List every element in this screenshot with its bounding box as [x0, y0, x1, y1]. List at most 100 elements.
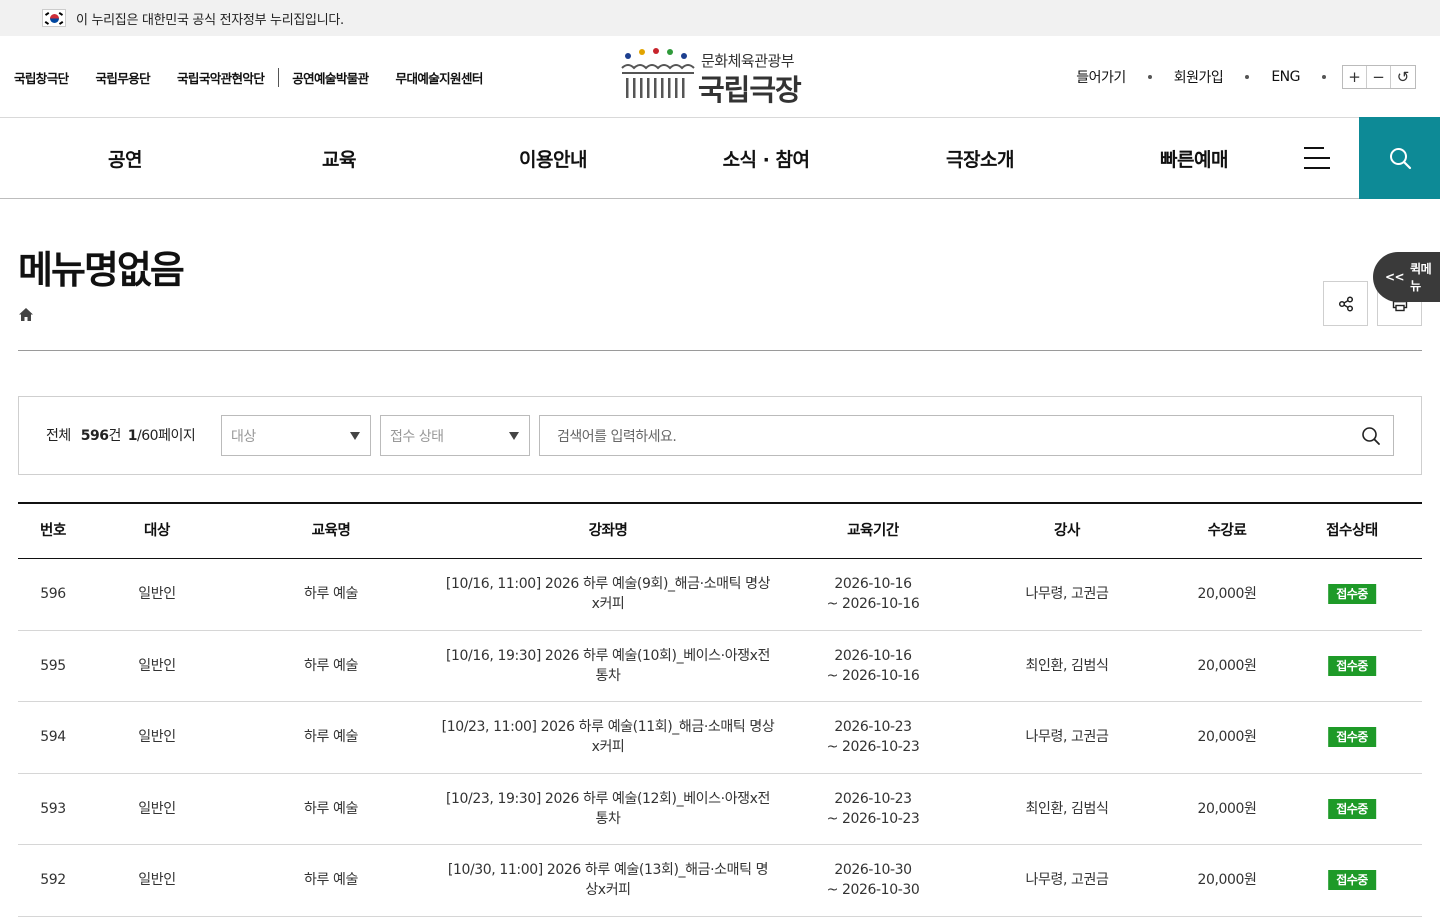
- user-links: 들어가기 회원가입 ENG + − ↺: [1076, 36, 1416, 118]
- cell-fee: 20,000원: [1197, 586, 1257, 603]
- cell-instructor: 나무령, 고권금: [1025, 729, 1109, 746]
- share-button[interactable]: [1323, 281, 1368, 326]
- theatre-logo-icon: [621, 48, 695, 98]
- cell-number: 592: [40, 872, 66, 889]
- cell-period: 2026-10-30 ~ 2026-10-30: [827, 845, 920, 916]
- target-select[interactable]: 대상: [221, 415, 371, 456]
- family-site-link[interactable]: 국립무용단: [96, 68, 151, 87]
- column-header: 강좌명: [588, 523, 628, 539]
- cell-status: 접수중: [1328, 702, 1376, 773]
- cell-instructor: 나무령, 고권금: [1025, 872, 1109, 889]
- family-site-link[interactable]: 국립국악관현악단: [177, 67, 280, 87]
- family-site-link[interactable]: 공연예술박물관: [292, 68, 369, 87]
- login-link[interactable]: 들어가기: [1076, 67, 1126, 87]
- search-submit-button[interactable]: [1361, 426, 1381, 450]
- home-icon[interactable]: [18, 307, 34, 326]
- english-link[interactable]: ENG: [1271, 69, 1300, 85]
- cell-fee: 20,000원: [1197, 800, 1257, 817]
- cell-edu-name: 하루 예술: [304, 872, 358, 889]
- family-site-link[interactable]: 국립창극단: [14, 68, 69, 87]
- period-start: 2026-10-16: [834, 647, 912, 664]
- cell-status: 접수중: [1328, 845, 1376, 916]
- period-end: ~ 2026-10-30: [826, 882, 920, 899]
- cell-target: 일반인: [138, 586, 176, 603]
- search-icon: [1362, 427, 1380, 445]
- cell-course-name[interactable]: [10/16, 19:30] 2026 하루 예술(10회)_베이스·아쟁x전 …: [438, 631, 778, 702]
- gov-banner: 이 누리집은 대한민국 공식 전자정부 누리집입니다.: [0, 0, 1440, 36]
- cell-number: 594: [40, 729, 66, 746]
- table-row[interactable]: 592 일반인 하루 예술 [10/30, 11:00] 2026 하루 예술(…: [18, 845, 1422, 917]
- family-site-link[interactable]: 무대예술지원센터: [396, 68, 484, 87]
- cell-period: 2026-10-23 ~ 2026-10-23: [827, 702, 920, 773]
- course-line: [10/23, 19:30] 2026 하루 예술(12회)_베이스·아쟁x전: [445, 790, 771, 807]
- table-row[interactable]: 595 일반인 하루 예술 [10/16, 19:30] 2026 하루 예술(…: [18, 631, 1422, 702]
- cell-target: 일반인: [138, 872, 176, 889]
- cell-course-name[interactable]: [10/23, 11:00] 2026 하루 예술(11회)_해금·소매틱 명상…: [438, 702, 778, 773]
- status-badge: 접수중: [1328, 584, 1376, 605]
- cell-status: 접수중: [1328, 631, 1376, 702]
- table-row[interactable]: 594 일반인 하루 예술 [10/23, 11:00] 2026 하루 예술(…: [18, 702, 1422, 774]
- quick-menu-button[interactable]: << 퀵메뉴: [1373, 252, 1440, 302]
- status-badge: 접수중: [1328, 655, 1376, 676]
- gnb-item-about[interactable]: 극장소개: [946, 118, 1014, 198]
- share-icon: [1338, 295, 1353, 312]
- table-row[interactable]: 593 일반인 하루 예술 [10/23, 19:30] 2026 하루 예술(…: [18, 774, 1422, 845]
- course-line: [10/16, 19:30] 2026 하루 예술(10회)_베이스·아쟁x전: [445, 647, 771, 664]
- zoom-out-button[interactable]: −: [1367, 66, 1391, 88]
- cell-course-name[interactable]: [10/30, 11:00] 2026 하루 예술(13회)_해금·소매틱 명 …: [438, 845, 778, 916]
- gov-banner-text: 이 누리집은 대한민국 공식 전자정부 누리집입니다.: [76, 12, 344, 28]
- filter-bar: 전체 596건 1/60페이지 대상 접수 상태 검색어를 입력하세요.: [18, 396, 1422, 475]
- course-line: 통차: [595, 810, 621, 827]
- status-badge: 접수중: [1328, 727, 1376, 748]
- menu-icon[interactable]: [1304, 147, 1330, 169]
- search-input[interactable]: 검색어를 입력하세요.: [539, 415, 1394, 456]
- table-header: 번호 대상 교육명 강좌명 교육기간 강사 수강료 접수상태: [18, 502, 1422, 559]
- cell-edu-name: 하루 예술: [304, 586, 358, 603]
- search-placeholder: 검색어를 입력하세요.: [557, 428, 677, 445]
- page-total: /60페이지: [137, 428, 196, 444]
- gnb-item-quick-booking[interactable]: 빠른예매: [1160, 118, 1228, 198]
- result-count: 전체 596건 1/60페이지: [46, 425, 196, 445]
- gnb-item-guide[interactable]: 이용안내: [519, 118, 587, 198]
- course-line: 상x커피: [585, 882, 631, 899]
- period-start: 2026-10-30: [834, 862, 912, 879]
- course-line: [10/30, 11:00] 2026 하루 예술(13회)_해금·소매틱 명: [447, 862, 769, 879]
- site-logo[interactable]: 문화체육관광부 국립극장: [620, 48, 830, 108]
- column-header: 강사: [1054, 523, 1080, 539]
- gnb-item-education[interactable]: 교육: [322, 118, 356, 198]
- status-select-value: 접수 상태: [390, 428, 444, 445]
- period-end: ~ 2026-10-23: [826, 739, 920, 756]
- search-button[interactable]: [1359, 117, 1440, 199]
- status-badge: 접수중: [1328, 870, 1376, 891]
- cell-edu-name: 하루 예술: [304, 729, 358, 746]
- column-header: 접수상태: [1326, 523, 1378, 539]
- global-nav: 공연 교육 이용안내 소식 · 참여 극장소개 빠른예매: [0, 117, 1440, 199]
- cell-period: 2026-10-16 ~ 2026-10-16: [827, 559, 920, 630]
- cell-number: 596: [40, 586, 66, 603]
- gnb-item-news[interactable]: 소식 · 참여: [723, 118, 810, 198]
- zoom-reset-button[interactable]: ↺: [1391, 66, 1415, 88]
- column-header: 대상: [144, 523, 170, 539]
- join-link[interactable]: 회원가입: [1174, 67, 1224, 87]
- cell-course-name[interactable]: [10/16, 11:00] 2026 하루 예술(9회)_해금·소매틱 명상 …: [438, 559, 778, 630]
- status-badge: 접수중: [1328, 798, 1376, 819]
- separator-dot: [1322, 75, 1326, 79]
- course-line: [10/23, 11:00] 2026 하루 예술(11회)_해금·소매틱 명상: [441, 719, 775, 736]
- cell-period: 2026-10-16 ~ 2026-10-16: [827, 631, 920, 702]
- period-end: ~ 2026-10-16: [826, 596, 920, 613]
- zoom-in-button[interactable]: +: [1343, 66, 1367, 88]
- cell-period: 2026-10-23 ~ 2026-10-23: [827, 774, 920, 845]
- cell-edu-name: 하루 예술: [304, 800, 358, 817]
- column-header: 수강료: [1207, 523, 1247, 539]
- gnb-item-performance[interactable]: 공연: [108, 118, 142, 198]
- period-start: 2026-10-23: [834, 790, 912, 807]
- status-select[interactable]: 접수 상태: [380, 415, 530, 456]
- cell-fee: 20,000원: [1197, 729, 1257, 746]
- table-row[interactable]: 596 일반인 하루 예술 [10/16, 11:00] 2026 하루 예술(…: [18, 559, 1422, 631]
- dropdown-arrow-icon: [509, 432, 519, 440]
- separator-dot: [1147, 75, 1152, 79]
- total-label: 전체: [46, 428, 71, 444]
- column-header: 번호: [40, 523, 66, 539]
- cell-course-name[interactable]: [10/23, 19:30] 2026 하루 예술(12회)_베이스·아쟁x전 …: [438, 774, 778, 845]
- separator-dot: [1245, 75, 1250, 79]
